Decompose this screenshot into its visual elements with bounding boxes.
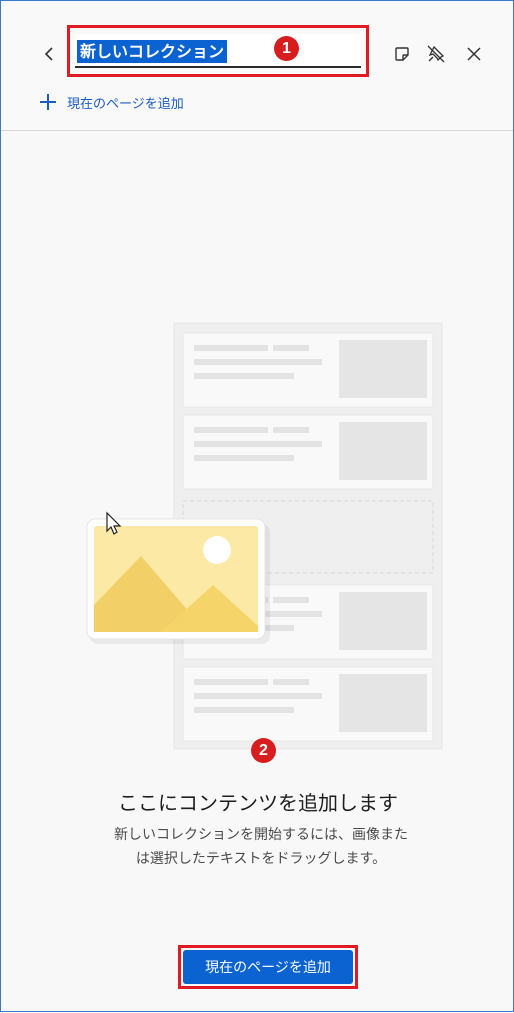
add-current-page-link[interactable]: 現在のページを追加 <box>39 91 184 113</box>
collection-title-text: 新しいコレクション <box>77 40 228 63</box>
back-button[interactable] <box>35 39 65 69</box>
sticky-note-icon <box>395 47 409 61</box>
unpin-button[interactable] <box>421 39 451 69</box>
step-marker-1: 1 <box>274 36 299 61</box>
plus-icon <box>39 93 57 111</box>
placeholder-page-illustration <box>173 322 443 750</box>
add-current-page-button[interactable]: 現在のページを追加 <box>183 950 353 984</box>
title-annotation-box: 新しいコレクション <box>67 25 369 77</box>
add-current-page-link-label: 現在のページを追加 <box>67 96 184 112</box>
collection-title-input[interactable]: 新しいコレクション <box>75 34 361 68</box>
chevron-left-icon <box>44 47 53 61</box>
close-icon <box>467 47 481 61</box>
add-note-button[interactable] <box>387 39 417 69</box>
close-button[interactable] <box>459 39 489 69</box>
dragged-image-card <box>86 518 270 644</box>
empty-state-heading: ここにコンテンツを追加します <box>118 791 398 815</box>
collections-panel: 新しいコレクション 1 現在のページを追加 ここにコンテンツを追加します 新しい… <box>0 0 514 1012</box>
empty-state-description: 新しいコレクションを開始するには、画像または選択したテキストをドラッグします。 <box>114 827 408 867</box>
unpin-icon <box>427 45 445 63</box>
mouse-cursor-icon <box>106 511 122 535</box>
add-button-annotation-box: 現在のページを追加 <box>178 945 358 989</box>
collections-header: 新しいコレクション 1 現在のページを追加 <box>1 1 513 131</box>
step-marker-2: 2 <box>251 738 276 763</box>
